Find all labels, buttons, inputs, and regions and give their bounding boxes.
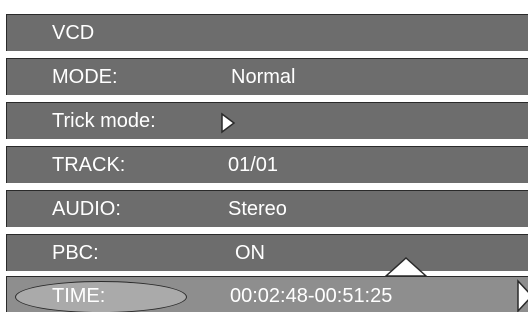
triangle-up-icon[interactable] [384,256,428,278]
track-row[interactable]: TRACK: 01/01 [6,146,528,183]
mode-value: Normal [231,66,296,88]
track-label: TRACK: [52,154,126,176]
track-value: 01/01 [228,154,279,176]
time-row[interactable]: TIME: 00:02:48-00:51:25 [6,276,528,312]
trick-mode-label: Trick mode: [52,110,156,132]
pbc-value: ON [235,242,265,264]
audio-row[interactable]: AUDIO: Stereo [6,190,528,227]
menu-header: VCD [52,22,95,44]
audio-label: AUDIO: [52,198,121,220]
audio-value: Stereo [228,198,287,220]
time-label: TIME: [52,285,106,307]
pbc-label: PBC: [52,242,99,264]
trick-mode-row[interactable]: Trick mode: [6,102,528,139]
play-arrow-icon [221,112,236,134]
menu-header-row: VCD [6,14,528,51]
triangle-right-icon[interactable] [516,279,528,312]
pbc-row[interactable]: PBC: ON [6,234,528,271]
vcd-osd-menu: VCD MODE: Normal Trick mode: TRACK: 01/0… [0,0,528,312]
mode-row[interactable]: MODE: Normal [6,58,528,95]
time-value: 00:02:48-00:51:25 [230,285,393,307]
mode-label: MODE: [52,66,118,88]
